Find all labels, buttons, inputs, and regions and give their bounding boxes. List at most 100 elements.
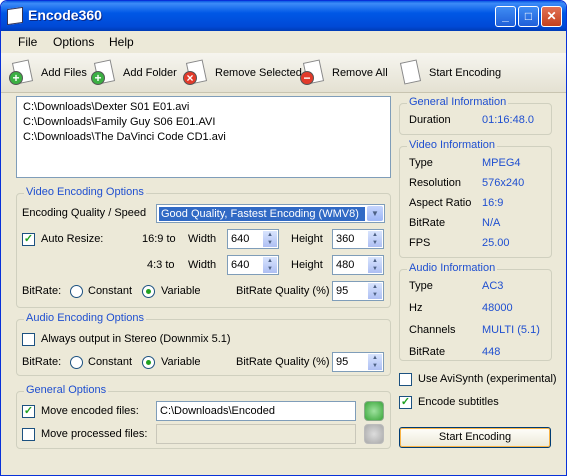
title-bar[interactable]: Encode360 _ □ ✕ xyxy=(1,1,566,31)
audio-variable-radio[interactable] xyxy=(142,356,155,369)
video-info-group: Video Information Type MPEG4 Resolution 57… xyxy=(399,139,552,258)
audio-constant-radio[interactable] xyxy=(70,356,83,369)
info-key: Channels xyxy=(409,324,456,336)
stereo-label: Always output in Stereo (Downmix 5.1) xyxy=(41,333,231,345)
info-value: 16:9 xyxy=(482,197,504,209)
video-bitrate-label: BitRate: xyxy=(22,285,62,297)
info-key: FPS xyxy=(409,237,431,249)
list-item[interactable]: C:\Downloads\The DaVinci Code CD1.avi xyxy=(23,130,384,145)
info-value: N/A xyxy=(482,217,501,229)
info-key: Resolution xyxy=(409,177,461,189)
add-folder-icon: + xyxy=(91,59,117,86)
start-encoding-tool-button[interactable]: Start Encoding xyxy=(397,59,501,87)
ratio-169-label: 16:9 to xyxy=(142,233,176,245)
width-label: Width xyxy=(188,233,217,245)
video-constant-label: Constant xyxy=(88,285,133,297)
browse-encoded-button[interactable] xyxy=(364,401,384,421)
menu-file[interactable]: File xyxy=(18,35,37,49)
audio-info-group: Audio Information Type AC3 Hz 48000 Channe… xyxy=(399,262,552,361)
video-bq-label: BitRate Quality (%) xyxy=(236,285,330,297)
window-title: Encode360 xyxy=(28,7,102,23)
close-button[interactable]: ✕ xyxy=(541,6,562,27)
general-options-legend: General Options xyxy=(24,384,109,396)
height-169-stepper[interactable]: 360 ▲ ▼ xyxy=(332,229,384,249)
quality-label: Encoding Quality / Speed xyxy=(22,207,147,219)
chevron-down-icon[interactable]: ▼ xyxy=(367,206,383,221)
remove-selected-button[interactable]: × Remove Selected xyxy=(183,59,302,87)
general-info-legend: General Information xyxy=(407,96,509,108)
info-key: Type xyxy=(409,280,433,292)
info-key: Type xyxy=(409,157,433,169)
start-encoding-button[interactable]: Start Encoding xyxy=(399,427,551,448)
toolbar: + Add Files + Add Folder × Remove Select… xyxy=(1,53,566,93)
audio-info-legend: Audio Information xyxy=(407,262,498,274)
app-icon xyxy=(7,6,23,26)
encoded-path-field[interactable]: C:\Downloads\Encoded xyxy=(156,401,356,421)
audio-constant-label: Constant xyxy=(88,356,133,368)
video-variable-radio[interactable] xyxy=(142,285,155,298)
status-bar xyxy=(1,453,566,475)
video-info-legend: Video Information xyxy=(407,139,498,151)
info-key: BitRate xyxy=(409,346,446,358)
info-value: AC3 xyxy=(482,280,504,292)
ratio-43-label: 4:3 to xyxy=(147,259,175,271)
menu-bar: File Options Help xyxy=(1,31,566,53)
list-item[interactable]: C:\Downloads\Dexter S01 E01.avi xyxy=(23,100,384,115)
audio-bitrate-label: BitRate: xyxy=(22,356,62,368)
quality-select[interactable]: Good Quality, Fastest Encoding (WMV8) ▼ xyxy=(156,204,385,223)
height-43-stepper[interactable]: 480 ▲ ▼ xyxy=(332,255,384,275)
subtitles-label: Encode subtitles xyxy=(418,396,499,408)
stereo-checkbox[interactable] xyxy=(22,333,35,346)
info-key: BitRate xyxy=(409,217,446,229)
menu-options[interactable]: Options xyxy=(53,35,94,49)
audio-bq-stepper[interactable]: 95 ▲ ▼ xyxy=(332,352,384,372)
add-folder-button[interactable]: + Add Folder xyxy=(91,59,177,87)
add-files-button[interactable]: + Add Files xyxy=(9,59,87,87)
minimize-button[interactable]: _ xyxy=(495,6,516,27)
avisynth-label: Use AviSynth (experimental) xyxy=(418,373,557,385)
general-info-group: General Information Duration 01:16:48.0 xyxy=(399,96,552,135)
file-list[interactable]: C:\Downloads\Dexter S01 E01.avi C:\Downl… xyxy=(16,96,391,178)
menu-help[interactable]: Help xyxy=(109,35,134,49)
avisynth-checkbox[interactable] xyxy=(399,373,412,386)
info-value: MPEG4 xyxy=(482,157,521,169)
width-label: Width xyxy=(188,259,217,271)
info-value: 48000 xyxy=(482,302,513,314)
remove-all-icon: − xyxy=(300,59,326,86)
browse-processed-button xyxy=(364,424,384,444)
video-variable-label: Variable xyxy=(161,285,201,297)
audio-bq-label: BitRate Quality (%) xyxy=(236,356,330,368)
move-encoded-label: Move encoded files: xyxy=(41,405,139,417)
width-43-stepper[interactable]: 640 ▲ ▼ xyxy=(227,255,279,275)
app-window: Encode360 _ □ ✕ File Options Help + Add … xyxy=(0,0,567,476)
info-value: 576x240 xyxy=(482,177,525,189)
info-value: MULTI (5.1) xyxy=(482,324,540,336)
remove-selected-icon: × xyxy=(183,59,209,86)
move-encoded-checkbox[interactable]: ✓ xyxy=(22,405,35,418)
audio-variable-label: Variable xyxy=(161,356,201,368)
height-label: Height xyxy=(291,233,323,245)
auto-resize-checkbox[interactable]: ✓ xyxy=(22,233,35,246)
maximize-button[interactable]: □ xyxy=(518,6,539,27)
move-processed-checkbox[interactable] xyxy=(22,428,35,441)
height-label: Height xyxy=(291,259,323,271)
processed-path-field xyxy=(156,424,356,444)
remove-all-button[interactable]: − Remove All xyxy=(300,59,388,87)
video-constant-radio[interactable] xyxy=(70,285,83,298)
info-value: 25.00 xyxy=(482,237,510,249)
video-options-legend: Video Encoding Options xyxy=(24,186,146,198)
subtitles-checkbox[interactable]: ✓ xyxy=(399,396,412,409)
info-key: Hz xyxy=(409,302,423,314)
quality-selected-value: Good Quality, Fastest Encoding (WMV8) xyxy=(159,207,365,221)
add-files-icon: + xyxy=(9,59,35,86)
width-169-stepper[interactable]: 640 ▲ ▼ xyxy=(227,229,279,249)
duration-value: 01:16:48.0 xyxy=(482,114,534,126)
video-bq-stepper[interactable]: 95 ▲ ▼ xyxy=(332,281,384,301)
duration-label: Duration xyxy=(409,114,451,126)
info-key: Aspect Ratio xyxy=(409,197,472,209)
move-processed-label: Move processed files: xyxy=(41,428,148,440)
audio-options-legend: Audio Encoding Options xyxy=(24,312,147,324)
info-value: 448 xyxy=(482,346,501,358)
list-item[interactable]: C:\Downloads\Family Guy S06 E01.AVI xyxy=(23,115,384,130)
auto-resize-label: Auto Resize: xyxy=(41,233,104,245)
